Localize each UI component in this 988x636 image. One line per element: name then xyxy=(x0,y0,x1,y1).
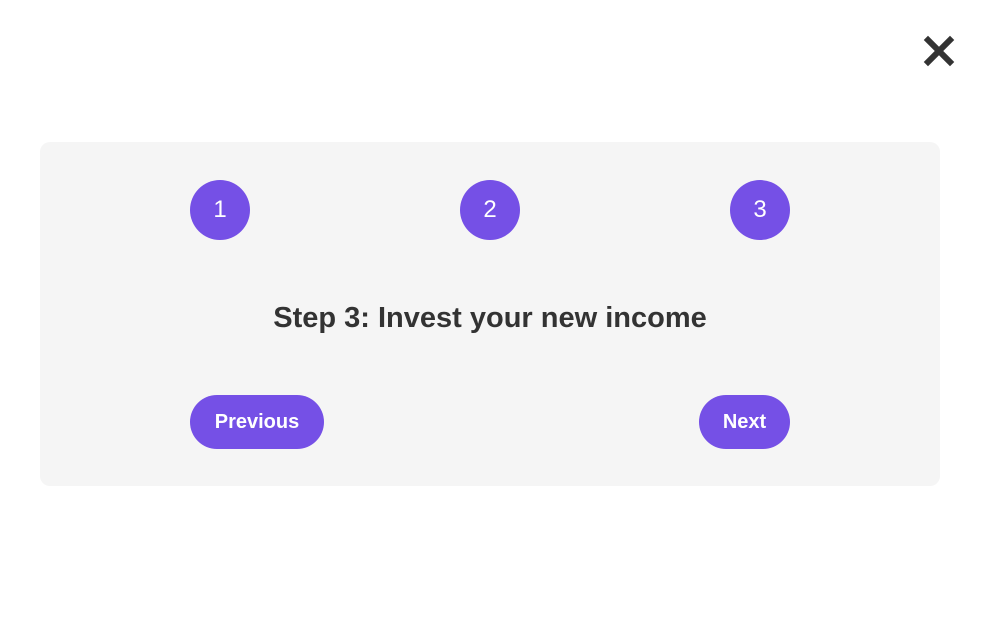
stepper-card: 1 2 3 Step 3: Invest your new income Pre… xyxy=(40,142,940,486)
close-icon xyxy=(923,35,955,67)
page: 1 2 3 Step 3: Invest your new income Pre… xyxy=(0,0,988,636)
step-2-number: 2 xyxy=(483,196,497,223)
step-title: Step 3: Invest your new income xyxy=(273,302,707,334)
step-1-indicator[interactable]: 1 xyxy=(190,180,250,240)
close-button[interactable] xyxy=(922,34,956,68)
step-1-number: 1 xyxy=(213,196,227,223)
step-2-indicator[interactable]: 2 xyxy=(460,180,520,240)
step-3-indicator[interactable]: 3 xyxy=(730,180,790,240)
next-button[interactable]: Next xyxy=(699,395,790,449)
step-3-number: 3 xyxy=(753,196,767,223)
previous-button[interactable]: Previous xyxy=(190,395,324,449)
